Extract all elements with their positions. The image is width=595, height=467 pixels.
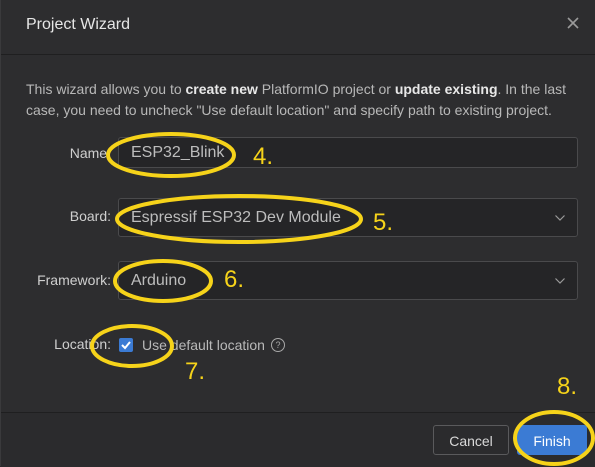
project-wizard-dialog: Project Wizard This wizard allows you to… <box>0 0 595 467</box>
board-label: Board: <box>69 208 111 224</box>
name-label: Name: <box>69 145 111 161</box>
cancel-button[interactable]: Cancel <box>433 425 509 455</box>
close-icon[interactable] <box>564 14 582 32</box>
framework-label: Framework: <box>37 272 111 288</box>
use-default-location-label[interactable]: Use default location <box>142 337 265 353</box>
intro-text: This wizard allows you to create new Pla… <box>26 79 574 121</box>
framework-value: Arduino <box>131 271 187 289</box>
location-label: Location: <box>54 336 111 352</box>
dialog-footer: Cancel Finish <box>1 412 595 467</box>
use-default-location-checkbox[interactable] <box>119 338 133 352</box>
framework-select[interactable]: Arduino <box>118 261 578 300</box>
intro-part: PlatformIO project or <box>257 81 395 97</box>
finish-button[interactable]: Finish <box>517 425 587 455</box>
board-value: Espressif ESP32 Dev Module <box>131 208 341 226</box>
board-select[interactable]: Espressif ESP32 Dev Module <box>118 198 578 237</box>
name-input[interactable]: ESP32_Blink <box>118 137 578 168</box>
intro-part: This wizard allows you to <box>26 81 186 97</box>
chevron-down-icon <box>555 277 565 284</box>
chevron-down-icon <box>555 214 565 221</box>
dialog-body: This wizard allows you to create new Pla… <box>1 55 595 412</box>
checkmark-icon <box>121 341 131 350</box>
dialog-title: Project Wizard <box>26 16 131 33</box>
intro-bold-update: update existing <box>394 81 498 97</box>
dialog-header: Project Wizard <box>1 0 595 55</box>
help-icon[interactable]: ? <box>271 338 285 352</box>
name-value: ESP32_Blink <box>131 143 225 161</box>
intro-bold-create: create new <box>185 81 258 97</box>
